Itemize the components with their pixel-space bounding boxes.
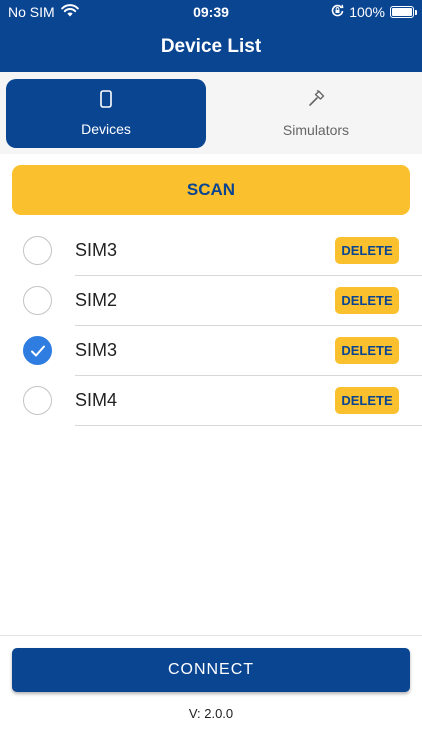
radio-unchecked-icon[interactable] <box>23 386 52 415</box>
hammer-icon <box>306 89 326 112</box>
radio-unchecked-icon[interactable] <box>23 286 52 315</box>
device-name: SIM3 <box>75 340 118 360</box>
scan-button[interactable]: SCAN <box>12 165 410 215</box>
list-item: SIM4 DELETE <box>0 376 422 426</box>
status-bar: No SIM 09:39 100% <box>0 0 422 24</box>
phone-icon <box>100 90 112 111</box>
tab-simulators-label: Simulators <box>282 122 350 138</box>
connect-button[interactable]: CONNECT <box>12 648 410 692</box>
device-name: SIM4 <box>75 390 118 410</box>
device-name: SIM3 <box>75 240 118 260</box>
delete-button[interactable]: DELETE <box>335 287 399 314</box>
tab-devices[interactable]: Devices <box>6 79 206 148</box>
radio-unchecked-icon[interactable] <box>23 236 52 265</box>
delete-button[interactable]: DELETE <box>335 237 399 264</box>
status-right: 100% <box>331 4 417 20</box>
app-header: No SIM 09:39 100% Device List <box>0 0 422 72</box>
delete-button[interactable]: DELETE <box>335 337 399 364</box>
battery-icon <box>390 6 417 18</box>
tab-bar: Devices Simulators <box>0 72 422 154</box>
tab-simulators[interactable]: Simulators <box>216 79 416 148</box>
device-list: SIM3 DELETE SIM2 DELETE SIM3 DELETE SIM4… <box>0 226 422 426</box>
orientation-lock-icon <box>331 4 344 20</box>
row-divider <box>75 425 422 426</box>
battery-percent: 100% <box>349 4 385 20</box>
list-item: SIM3 DELETE <box>0 326 422 376</box>
tab-devices-label: Devices <box>81 121 131 137</box>
page-title: Device List <box>160 36 262 57</box>
version-label: V: 2.0.0 <box>188 706 234 721</box>
list-item: SIM2 DELETE <box>0 276 422 326</box>
delete-button[interactable]: DELETE <box>335 387 399 414</box>
device-name: SIM2 <box>75 290 118 310</box>
list-item: SIM3 DELETE <box>0 226 422 276</box>
footer-divider <box>0 635 422 636</box>
radio-checked-icon[interactable] <box>23 336 52 365</box>
